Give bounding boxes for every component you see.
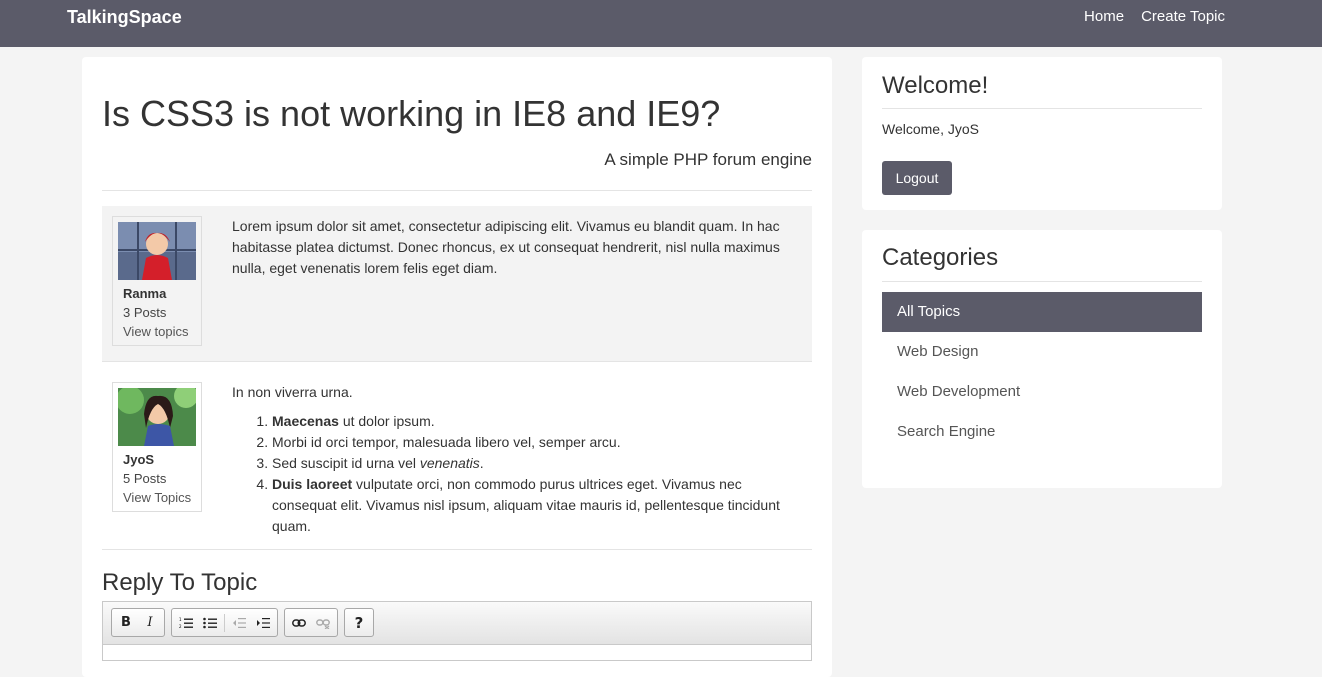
navbar: TalkingSpace Home Create Topic [0,0,1322,47]
reply-post: Ranma 3 Posts View topics Lorem ipsum do… [102,206,812,361]
toolbar-separator [224,613,225,632]
logout-button[interactable]: Logout [882,161,952,195]
post-body: In non viverra urna. Maecenas ut dolor i… [232,382,806,537]
bold-button[interactable]: B [114,611,138,635]
welcome-card: Welcome! Welcome, JyoS Logout [862,57,1222,210]
reply-editor[interactable]: B I 12 ? [102,601,812,661]
divider [882,281,1202,282]
avatar [118,388,196,446]
toolbar-group: B I [111,608,165,637]
nav-create-topic-link[interactable]: Create Topic [1141,8,1225,25]
link-icon[interactable] [287,611,311,635]
list-item: Morbi id orci tempor, malesuada libero v… [272,432,806,453]
nav-links: Home Create Topic [1084,8,1225,25]
list-item: Duis laoreet vulputate orci, non commodo… [272,474,806,537]
post-list: Maecenas ut dolor ipsum. Morbi id orci t… [232,411,806,537]
svg-text:1: 1 [179,617,182,622]
author-post-count: 3 Posts [123,305,167,320]
categories-card: Categories All Topics Web Design Web Dev… [862,230,1222,488]
svg-text:2: 2 [179,624,182,629]
welcome-text: Welcome, JyoS [882,121,979,137]
divider [102,190,812,191]
indent-icon[interactable] [251,611,275,635]
help-button[interactable]: ? [347,611,371,635]
editor-toolbar: B I 12 ? [103,602,811,645]
post-body: Lorem ipsum dolor sit amet, consectetur … [232,218,780,276]
topic-title: Is CSS3 is not working in IE8 and IE9? [102,93,721,134]
view-topics-link[interactable]: View Topics [118,490,196,505]
category-list: All Topics Web Design Web Development Se… [882,292,1202,452]
reply-title: Reply To Topic [102,569,258,596]
list-item: Sed suscipit id urna vel venenatis. [272,453,806,474]
category-item-web-design[interactable]: Web Design [882,332,1202,372]
ordered-list-icon[interactable]: 12 [174,611,198,635]
unlink-icon[interactable] [311,611,335,635]
category-item-search-engine[interactable]: Search Engine [882,412,1202,452]
italic-button[interactable]: I [138,611,162,635]
author-name: JyoS [123,452,155,467]
outdent-icon[interactable] [227,611,251,635]
divider [882,108,1202,109]
author-name: Ranma [123,286,167,301]
author-post-count: 5 Posts [123,471,167,486]
author-box: Ranma 3 Posts View topics [112,216,202,346]
reply-post: JyoS 5 Posts View Topics In non viverra … [102,372,812,549]
unordered-list-icon[interactable] [198,611,222,635]
category-item-web-development[interactable]: Web Development [882,372,1202,412]
post-intro: In non viverra urna. [232,384,353,400]
toolbar-group: 12 [171,608,278,637]
nav-home-link[interactable]: Home [1084,8,1124,25]
toolbar-group [284,608,338,637]
topic-subtitle: A simple PHP forum engine [604,150,812,169]
author-box: JyoS 5 Posts View Topics [112,382,202,512]
topic-card: Is CSS3 is not working in IE8 and IE9? A… [82,57,832,677]
brand-link[interactable]: TalkingSpace [67,7,182,28]
list-item: Maecenas ut dolor ipsum. [272,411,806,432]
category-item-all-topics[interactable]: All Topics [882,292,1202,332]
toolbar-group: ? [344,608,374,637]
welcome-title: Welcome! [882,72,989,99]
avatar [118,222,196,280]
categories-title: Categories [882,244,999,271]
divider [102,549,812,550]
divider [102,361,812,362]
view-topics-link[interactable]: View topics [118,324,196,339]
